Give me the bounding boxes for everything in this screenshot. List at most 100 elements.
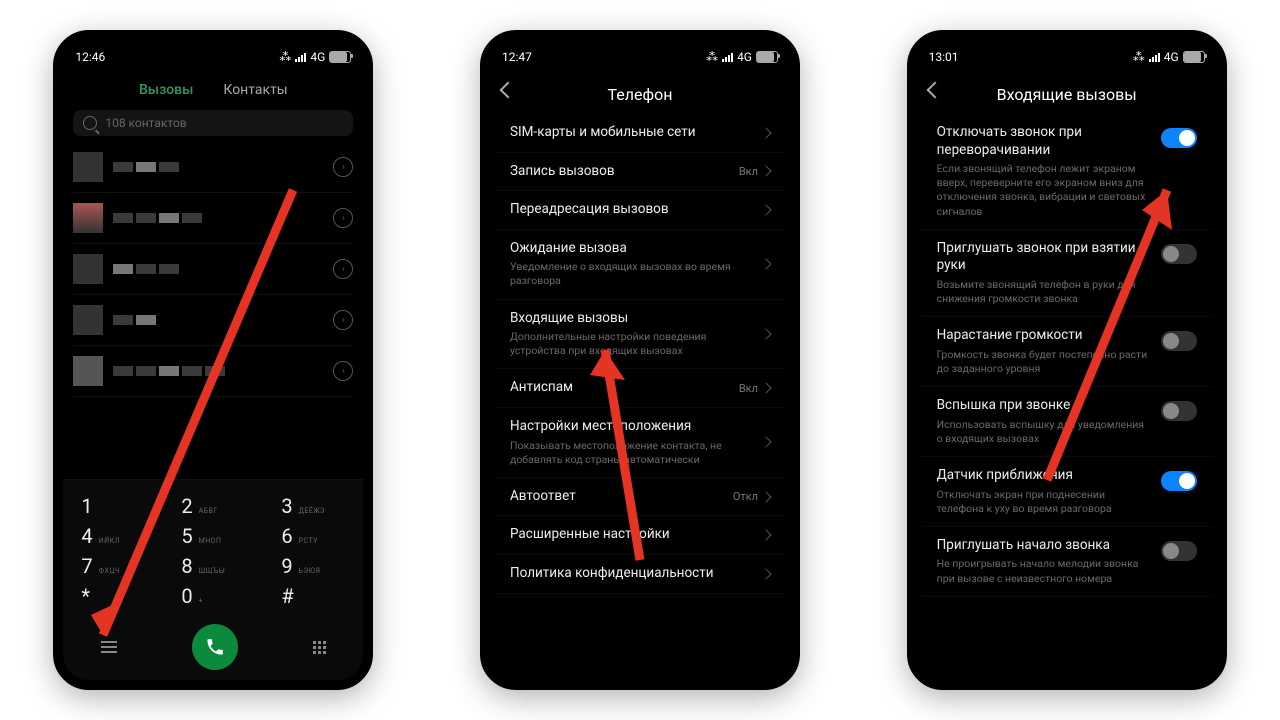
row-title: Автоответ <box>510 488 723 506</box>
chevron-right-icon <box>760 204 771 215</box>
toggle-switch[interactable] <box>1161 244 1197 264</box>
row-title: Политика конфиденциальности <box>510 565 752 583</box>
info-icon[interactable]: › <box>333 157 353 177</box>
row-side <box>762 531 770 539</box>
toggle-row: Отключать звонок при переворачиванииЕсли… <box>921 114 1213 230</box>
settings-row[interactable]: Политика конфиденциальности <box>494 555 786 594</box>
tab-calls[interactable]: Вызовы <box>139 82 193 98</box>
status-bar: 12:46 ⁂ 4G <box>63 40 363 74</box>
settings-row[interactable]: SIM-карты и мобильные сети <box>494 114 786 153</box>
list-item[interactable]: › <box>73 244 353 295</box>
row-subtitle: Отключать экран при поднесении телефона … <box>937 488 1151 516</box>
toggle-switch[interactable] <box>1161 471 1197 491</box>
row-subtitle: Возьмите звонящий телефон в руки для сни… <box>937 278 1151 306</box>
toggle-switch[interactable] <box>1161 331 1197 351</box>
info-icon[interactable]: › <box>333 259 353 279</box>
row-subtitle: Дополнительные настройки поведения устро… <box>510 330 752 358</box>
toggle-switch[interactable] <box>1161 541 1197 561</box>
bluetooth-icon: ⁂ <box>279 50 291 64</box>
chevron-right-icon <box>760 383 771 394</box>
page-title: Телефон <box>608 85 673 104</box>
toggle-row: Нарастание громкостиГромкость звонка буд… <box>921 317 1213 387</box>
call-button[interactable] <box>192 624 238 670</box>
key-star[interactable]: * <box>65 584 161 608</box>
row-side: Вкл <box>739 382 770 395</box>
row-title: Запись вызовов <box>510 163 729 181</box>
search-icon <box>83 116 97 130</box>
settings-row[interactable]: Автоответ Откл <box>494 478 786 517</box>
key-1[interactable]: 1 <box>65 494 161 518</box>
toggle-row: Датчик приближенияОтключать экран при по… <box>921 457 1213 527</box>
row-side <box>762 260 770 268</box>
row-title: Нарастание громкости <box>937 327 1151 345</box>
row-title: Отключать звонок при переворачивании <box>937 124 1151 159</box>
toggle-row: Приглушать звонок при взятии в рукиВозьм… <box>921 230 1213 317</box>
row-subtitle: Показывать местоположение контакта, не д… <box>510 439 752 467</box>
search-input[interactable]: 108 контактов <box>73 110 353 136</box>
key-4[interactable]: 4ИЙКЛ <box>65 524 161 548</box>
row-title: Вспышка при звонке <box>937 397 1151 415</box>
settings-row[interactable]: Запись вызовов Вкл <box>494 153 786 192</box>
toggle-switch[interactable] <box>1161 128 1197 148</box>
settings-row[interactable]: Настройки местоположенияПоказывать место… <box>494 408 786 478</box>
menu-button[interactable] <box>101 641 117 653</box>
key-hash[interactable]: # <box>265 584 361 608</box>
page-title: Входящие вызовы <box>997 85 1137 104</box>
key-3[interactable]: 3ДЕЁЖЗ <box>265 494 361 518</box>
key-2[interactable]: 2АБВГ <box>165 494 261 518</box>
key-9[interactable]: 9ЬЭЮЯ <box>265 554 361 578</box>
row-side <box>762 570 770 578</box>
row-side <box>762 206 770 214</box>
back-button[interactable] <box>499 82 516 99</box>
row-side <box>762 438 770 446</box>
chevron-right-icon <box>760 437 771 448</box>
row-title: Антиспам <box>510 379 729 397</box>
row-subtitle: Уведомление о входящих вызовах во время … <box>510 260 752 288</box>
settings-row[interactable]: Ожидание вызова Уведомление о входящих вы… <box>494 230 786 300</box>
row-subtitle: Если звонящий телефон лежит экраном ввер… <box>937 162 1151 219</box>
back-button[interactable] <box>926 82 943 99</box>
search-placeholder: 108 контактов <box>105 116 186 130</box>
bluetooth-icon: ⁂ <box>1133 50 1145 64</box>
row-side: Вкл <box>739 165 770 178</box>
row-title: Ожидание вызова <box>510 240 752 258</box>
list-item[interactable]: › <box>73 346 353 397</box>
battery-icon <box>329 51 351 63</box>
call-log-list: › › › › › <box>63 142 363 479</box>
signal-icon <box>1149 53 1160 62</box>
list-item[interactable]: › <box>73 142 353 193</box>
settings-list: Отключать звонок при переворачиванииЕсли… <box>917 114 1217 680</box>
key-5[interactable]: 5МНОП <box>165 524 261 548</box>
row-side: Откл <box>733 490 770 503</box>
list-item[interactable]: › <box>73 193 353 244</box>
info-icon[interactable]: › <box>333 310 353 330</box>
chevron-right-icon <box>760 568 771 579</box>
info-icon[interactable]: › <box>333 208 353 228</box>
key-6[interactable]: 6РСТУ <box>265 524 361 548</box>
chevron-right-icon <box>760 530 771 541</box>
key-0[interactable]: 0+ <box>165 584 261 608</box>
network-label: 4G <box>310 50 325 64</box>
toggle-row: Вспышка при звонкеИспользовать вспышку д… <box>921 387 1213 457</box>
settings-row[interactable]: Расширенные настройки <box>494 516 786 555</box>
dial-pad: 1 2АБВГ 3ДЕЁЖЗ 4ИЙКЛ 5МНОП 6РСТУ 7ФХЦЧ 8… <box>63 479 363 680</box>
info-icon[interactable]: › <box>333 361 353 381</box>
top-tabs: Вызовы Контакты <box>63 74 363 106</box>
battery-icon <box>1183 51 1205 63</box>
settings-row[interactable]: Антиспам Вкл <box>494 369 786 408</box>
chevron-right-icon <box>760 491 771 502</box>
key-8[interactable]: 8ШЩЪЫ <box>165 554 261 578</box>
key-7[interactable]: 7ФХЦЧ <box>65 554 161 578</box>
tab-contacts[interactable]: Контакты <box>223 82 287 98</box>
row-title: Расширенные настройки <box>510 526 752 544</box>
row-subtitle: Не проигрывать начало мелодии звонка при… <box>937 557 1151 585</box>
battery-icon <box>756 51 778 63</box>
chevron-right-icon <box>760 328 771 339</box>
toggle-dialpad-button[interactable] <box>313 641 326 654</box>
settings-row[interactable]: Переадресация вызовов <box>494 191 786 230</box>
settings-list: SIM-карты и мобильные сетиЗапись вызовов… <box>490 114 790 680</box>
network-label: 4G <box>737 50 752 64</box>
list-item[interactable]: › <box>73 295 353 346</box>
settings-row[interactable]: Входящие вызовыДополнительные настройки … <box>494 300 786 370</box>
toggle-switch[interactable] <box>1161 401 1197 421</box>
